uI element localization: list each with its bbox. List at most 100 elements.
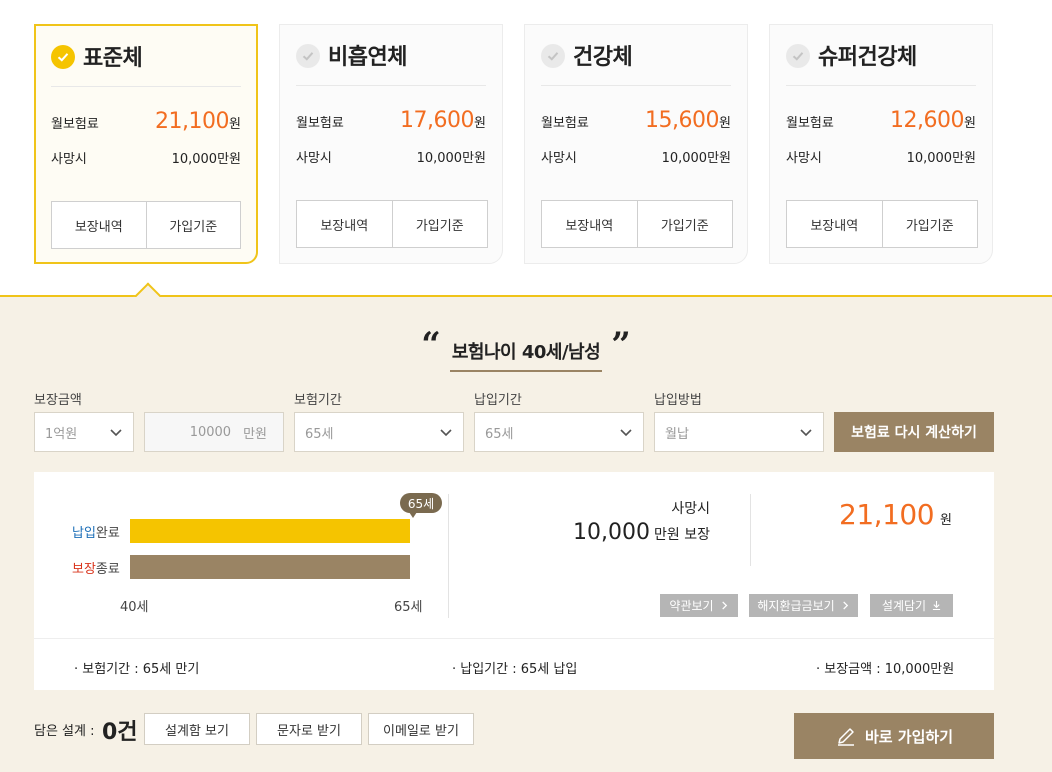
email-button[interactable]: 이메일로 받기 bbox=[368, 713, 474, 745]
amount-input[interactable]: 10000 만원 bbox=[144, 412, 284, 452]
premium-label: 월보험료 bbox=[51, 117, 99, 132]
monthly-premium: 21,100 원 bbox=[839, 498, 952, 531]
criteria-button[interactable]: 가입기준 bbox=[636, 201, 733, 247]
recalculate-button[interactable]: 보험료 다시 계산하기 bbox=[834, 412, 994, 452]
death-label: 사망시 bbox=[51, 152, 87, 167]
open-quote: “ bbox=[421, 325, 441, 365]
plan-cards: 표준체 월보험료 21,100원 사망시 10,000만원 보장내역 가입기준 비흡연체 월보험… bbox=[0, 0, 1052, 296]
result-box: 납입완료 보장종료 65세 40세 65세 사망시 10,000 만원 보장 2… bbox=[34, 472, 994, 690]
bar-coverage-end bbox=[130, 555, 410, 579]
pay-method-label: 납입방법 bbox=[654, 393, 702, 408]
period-select[interactable]: 65세 bbox=[294, 412, 464, 452]
premium-label: 월보험료 bbox=[296, 116, 344, 131]
premium-value: 15,600 bbox=[645, 108, 720, 133]
premium-row: 월보험료 15,600원 bbox=[541, 108, 731, 133]
death-row: 사망시 10,000만원 bbox=[51, 148, 241, 167]
amount-label: 보장금액 bbox=[34, 393, 82, 408]
death-label: 사망시 bbox=[541, 151, 577, 166]
refund-button[interactable]: 해지환급금보기 bbox=[749, 594, 858, 617]
monthly-premium-unit: 원 bbox=[940, 513, 952, 528]
bar-label-complete: 완료 bbox=[95, 526, 120, 541]
sms-button[interactable]: 문자로 받기 bbox=[256, 713, 362, 745]
check-icon bbox=[541, 44, 565, 68]
coverage-button[interactable]: 보장내역 bbox=[542, 201, 637, 247]
plan-name: 건강체 bbox=[573, 45, 633, 70]
premium-amount: 12,600원 bbox=[890, 108, 976, 133]
premium-unit: 원 bbox=[474, 116, 486, 131]
info-amount-text: 보장금액 : 10,000만원 bbox=[824, 662, 955, 677]
premium-label: 월보험료 bbox=[786, 116, 834, 131]
pay-method-select-value: 월납 bbox=[665, 426, 689, 442]
monthly-premium-value: 21,100 bbox=[839, 498, 935, 531]
premium-unit: 원 bbox=[229, 117, 241, 132]
plan-card-header: 건강체 bbox=[541, 25, 731, 86]
divider bbox=[750, 494, 751, 566]
plan-name: 슈퍼건강체 bbox=[818, 45, 917, 70]
amount-input-value: 10000 bbox=[189, 424, 232, 440]
plan-card-buttons: 보장내역 가입기준 bbox=[541, 200, 733, 248]
pay-period-select[interactable]: 65세 bbox=[474, 412, 644, 452]
premium-amount: 17,600원 bbox=[400, 108, 486, 133]
chevron-right-icon bbox=[842, 601, 848, 610]
join-now-button[interactable]: 바로 가입하기 bbox=[794, 713, 994, 759]
amount-select[interactable]: 1억원 bbox=[34, 412, 134, 452]
bar-label-payment-complete: 납입완료 bbox=[72, 522, 120, 541]
coverage-button[interactable]: 보장내역 bbox=[52, 202, 146, 248]
plan-card-header: 비흡연체 bbox=[296, 25, 486, 86]
death-benefit-value: 10,000 bbox=[573, 520, 651, 545]
plan-card-header: 표준체 bbox=[51, 26, 241, 87]
premium-unit: 원 bbox=[964, 116, 976, 131]
plan-card[interactable]: 건강체월보험료 15,600원사망시 10,000만원보장내역 가입기준 bbox=[524, 24, 748, 264]
amount-input-unit: 만원 bbox=[243, 426, 267, 442]
death-value: 10,000만원 bbox=[661, 151, 731, 166]
check-icon bbox=[51, 45, 75, 69]
pay-period-select-value: 65세 bbox=[485, 426, 514, 442]
chevron-down-icon bbox=[620, 429, 632, 437]
death-value: 10,000만원 bbox=[171, 152, 241, 167]
axis-tick-start: 40세 bbox=[120, 600, 149, 615]
info-period: · 보험기간 : 65세 만기 bbox=[74, 662, 200, 677]
info-pay-period: · 납입기간 : 65세 납입 bbox=[452, 662, 578, 677]
save-design-button-label: 설계담기 bbox=[881, 599, 927, 613]
insured-age-gender: 보험나이 40세/남성 bbox=[449, 330, 603, 372]
refund-button-label: 해지환급금보기 bbox=[757, 599, 835, 613]
premium-row: 월보험료 17,600원 bbox=[296, 108, 486, 133]
info-pay-period-text: 납입기간 : 65세 납입 bbox=[460, 662, 578, 677]
headline: “ 보험나이 40세/남성 ” bbox=[0, 328, 1052, 372]
chevron-down-icon bbox=[800, 429, 812, 437]
view-saved-button[interactable]: 설계함 보기 bbox=[144, 713, 250, 745]
criteria-button[interactable]: 가입기준 bbox=[881, 201, 978, 247]
plan-card-buttons: 보장내역 가입기준 bbox=[786, 200, 978, 248]
coverage-button[interactable]: 보장내역 bbox=[297, 201, 392, 247]
plan-card[interactable]: 슈퍼건강체월보험료 12,600원사망시 10,000만원보장내역 가입기준 bbox=[769, 24, 993, 264]
check-icon bbox=[296, 44, 320, 68]
divider bbox=[448, 494, 449, 618]
terms-button[interactable]: 약관보기 bbox=[660, 594, 738, 617]
criteria-button[interactable]: 가입기준 bbox=[391, 201, 488, 247]
pencil-icon bbox=[837, 728, 854, 746]
plan-card-header: 슈퍼건강체 bbox=[786, 25, 976, 86]
terms-button-label: 약관보기 bbox=[669, 599, 714, 613]
plan-name: 표준체 bbox=[83, 46, 143, 71]
death-benefit-amount: 10,000 만원 보장 bbox=[573, 520, 710, 545]
death-label: 사망시 bbox=[786, 151, 822, 166]
premium-row: 월보험료 12,600원 bbox=[786, 108, 976, 133]
death-row: 사망시 10,000만원 bbox=[296, 147, 486, 166]
chevron-down-icon bbox=[110, 429, 122, 437]
death-label: 사망시 bbox=[296, 151, 332, 166]
death-row: 사망시 10,000만원 bbox=[786, 147, 976, 166]
death-benefit-label: 사망시 bbox=[671, 501, 710, 517]
coverage-button[interactable]: 보장내역 bbox=[787, 201, 882, 247]
criteria-button[interactable]: 가입기준 bbox=[145, 202, 241, 248]
saved-designs-label: 담은 설계 : bbox=[34, 724, 95, 739]
pay-period-label: 납입기간 bbox=[474, 393, 522, 408]
divider bbox=[34, 638, 994, 639]
axis-tick-end: 65세 bbox=[394, 600, 423, 615]
plan-card[interactable]: 표준체월보험료 21,100원사망시 10,000만원보장내역 가입기준 bbox=[34, 24, 258, 264]
period-label: 보험기간 bbox=[294, 393, 342, 408]
close-quote: ” bbox=[611, 325, 631, 365]
save-design-button[interactable]: 설계담기 bbox=[870, 594, 953, 617]
premium-row: 월보험료 21,100원 bbox=[51, 109, 241, 134]
pay-method-select[interactable]: 월납 bbox=[654, 412, 824, 452]
plan-card[interactable]: 비흡연체월보험료 17,600원사망시 10,000만원보장내역 가입기준 bbox=[279, 24, 503, 264]
